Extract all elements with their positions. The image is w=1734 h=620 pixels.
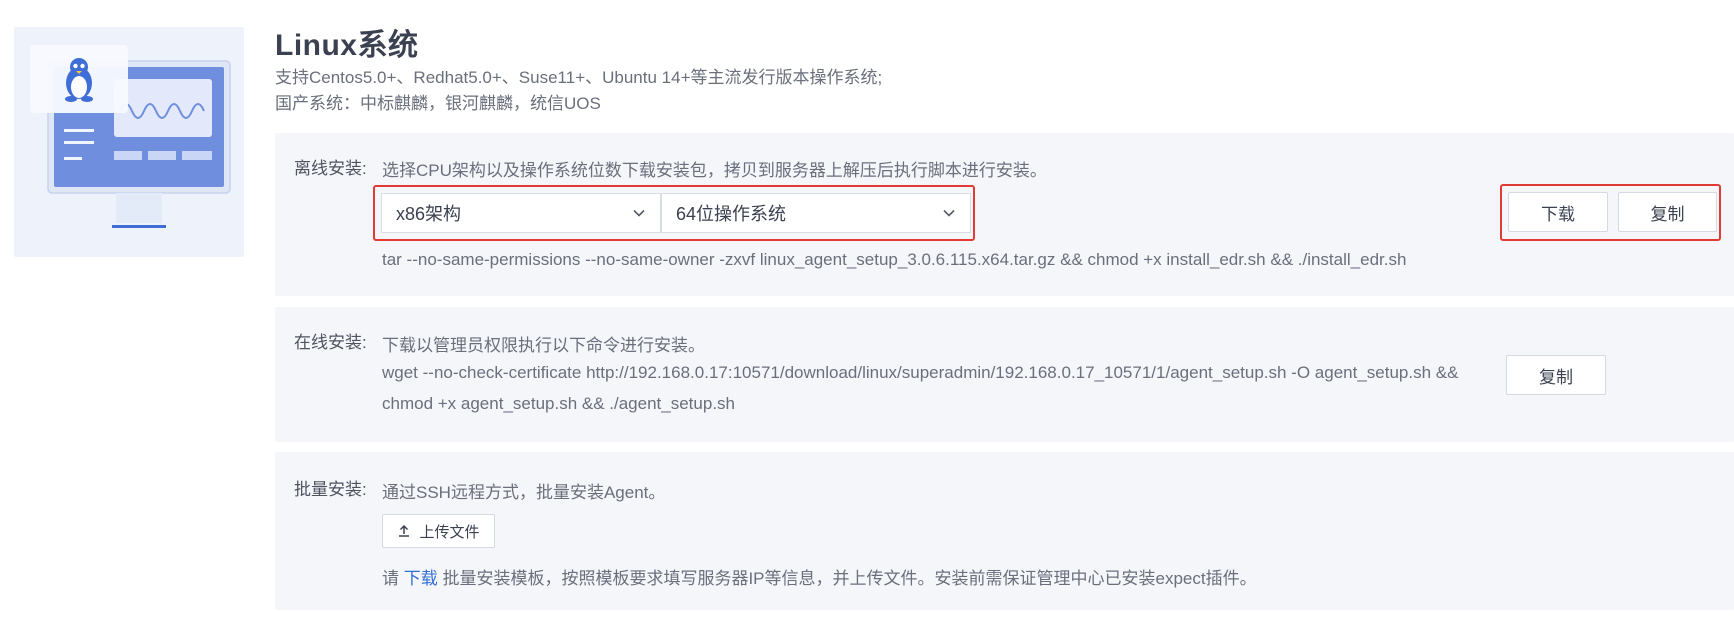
offline-command-text: tar --no-same-permissions --no-same-owne… bbox=[382, 250, 1407, 269]
linux-illustration bbox=[14, 27, 244, 257]
copy-offline-command-button[interactable]: 复制 bbox=[1618, 192, 1717, 232]
online-install-panel: 在线安装: 下载以管理员权限执行以下命令进行安装。 wget --no-chec… bbox=[275, 307, 1734, 442]
download-template-link[interactable]: 下载 bbox=[404, 569, 438, 588]
os-bits-value: 64位操作系统 bbox=[676, 204, 787, 224]
offline-install-panel: 离线安装: 选择CPU架构以及操作系统位数下载安装包，拷贝到服务器上解压后执行脚… bbox=[275, 133, 1734, 296]
upload-file-label: 上传文件 bbox=[419, 523, 480, 541]
chevron-down-icon bbox=[943, 209, 955, 217]
upload-icon bbox=[399, 524, 410, 537]
offline-install-instruction: 选择CPU架构以及操作系统位数下载安装包，拷贝到服务器上解压后执行脚本进行安装。 bbox=[382, 161, 1047, 180]
page-title: Linux系统 bbox=[275, 29, 419, 62]
copy-online-command-button[interactable]: 复制 bbox=[1506, 355, 1606, 395]
download-button[interactable]: 下载 bbox=[1508, 192, 1608, 232]
online-command-line2: chmod +x agent_setup.sh && ./agent_setup… bbox=[382, 394, 735, 413]
cpu-arch-select[interactable]: x86架构 bbox=[381, 193, 661, 233]
online-install-instruction: 下载以管理员权限执行以下命令进行安装。 bbox=[382, 336, 705, 355]
online-install-label: 在线安装: bbox=[294, 333, 367, 352]
domestic-systems-text: 国产系统：中标麒麟，银河麒麟，统信UOS bbox=[275, 94, 601, 113]
batch-install-note: 请 下载 批量安装模板，按照模板要求填写服务器IP等信息，并上传文件。安装前需保… bbox=[382, 564, 1257, 589]
batch-install-label: 批量安装: bbox=[294, 480, 367, 499]
chevron-down-icon bbox=[633, 209, 645, 217]
supported-distros-text: 支持Centos5.0+、Redhat5.0+、Suse11+、Ubuntu 1… bbox=[275, 68, 883, 87]
cpu-arch-value: x86架构 bbox=[396, 204, 462, 224]
batch-install-instruction: 通过SSH远程方式，批量安装Agent。 bbox=[382, 483, 666, 502]
os-bits-select[interactable]: 64位操作系统 bbox=[661, 193, 971, 233]
button-highlight-box: 下载 复制 bbox=[1500, 184, 1721, 241]
select-highlight-box: x86架构 64位操作系统 bbox=[373, 185, 975, 241]
note-prefix: 请 bbox=[382, 569, 404, 588]
offline-install-label: 离线安装: bbox=[294, 159, 367, 178]
note-suffix: 批量安装模板，按照模板要求填写服务器IP等信息，并上传文件。安装前需保证管理中心… bbox=[437, 569, 1257, 588]
online-command-line1: wget --no-check-certificate http://192.1… bbox=[382, 363, 1459, 382]
upload-file-button[interactable]: 上传文件 bbox=[382, 514, 495, 548]
batch-install-panel: 批量安装: 通过SSH远程方式，批量安装Agent。 上传文件 请 下载 批量安… bbox=[275, 452, 1734, 610]
